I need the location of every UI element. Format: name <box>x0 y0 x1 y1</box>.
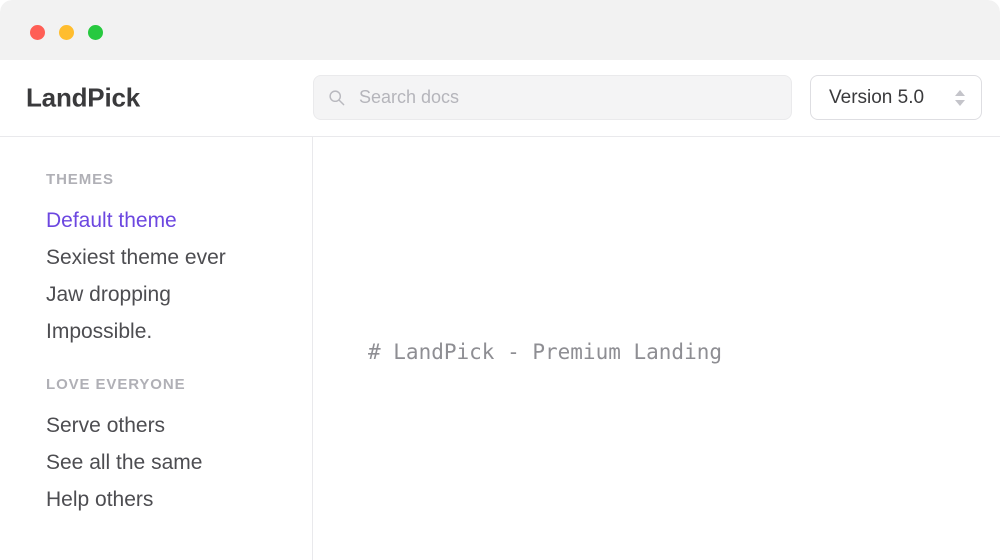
search-input[interactable] <box>359 76 777 119</box>
doc-line: # LandPick - Premium Landing <box>368 340 723 364</box>
window-controls <box>30 25 103 40</box>
nav-group-title: LOVE EVERYONE <box>46 376 186 393</box>
nav-group-themes: THEMES Default theme Sexiest theme ever … <box>46 171 312 350</box>
sidebar-item-default-theme[interactable]: Default theme <box>46 202 312 239</box>
stepper-arrows-icon[interactable] <box>955 89 965 106</box>
sidebar-item-jaw-dropping[interactable]: Jaw dropping <box>46 276 312 313</box>
sidebar-item-sexiest-theme-ever[interactable]: Sexiest theme ever <box>46 239 312 276</box>
doc-paragraph-block: Semper lacus cursus a feugiat,primis in … <box>368 554 1000 560</box>
chevron-up-icon[interactable] <box>955 89 965 96</box>
version-selector[interactable]: Version 5.0 <box>810 75 982 120</box>
search-field[interactable] <box>313 75 792 120</box>
sidebar-item-see-all-the-same[interactable]: See all the same <box>46 444 312 481</box>
app-header: LandPick Version 5.0 <box>0 60 1000 137</box>
markdown-preview: # LandPick - Premium Landing Semper lacu… <box>368 171 1000 560</box>
sidebar: THEMES Default theme Sexiest theme ever … <box>0 137 313 560</box>
nav-group-love-everyone: LOVE EVERYONE Serve others See all the s… <box>46 376 312 518</box>
sidebar-item-impossible[interactable]: Impossible. <box>46 313 312 350</box>
document-content: # LandPick - Premium Landing Semper lacu… <box>314 137 1000 560</box>
version-selector-label: Version 5.0 <box>829 86 925 108</box>
sidebar-item-help-others[interactable]: Help others <box>46 481 312 518</box>
close-window-button[interactable] <box>30 25 45 40</box>
sidebar-item-serve-others[interactable]: Serve others <box>46 407 312 444</box>
doc-heading-block: # LandPick - Premium Landing <box>368 270 1000 435</box>
app-window: LandPick Version 5.0 THEMES Default them… <box>0 0 1000 560</box>
maximize-window-button[interactable] <box>88 25 103 40</box>
nav-group-title: THEMES <box>46 171 114 188</box>
search-icon <box>329 90 345 106</box>
brand-logo: LandPick <box>26 82 140 113</box>
minimize-window-button[interactable] <box>59 25 74 40</box>
titlebar <box>0 0 1000 60</box>
chevron-down-icon[interactable] <box>955 99 965 106</box>
